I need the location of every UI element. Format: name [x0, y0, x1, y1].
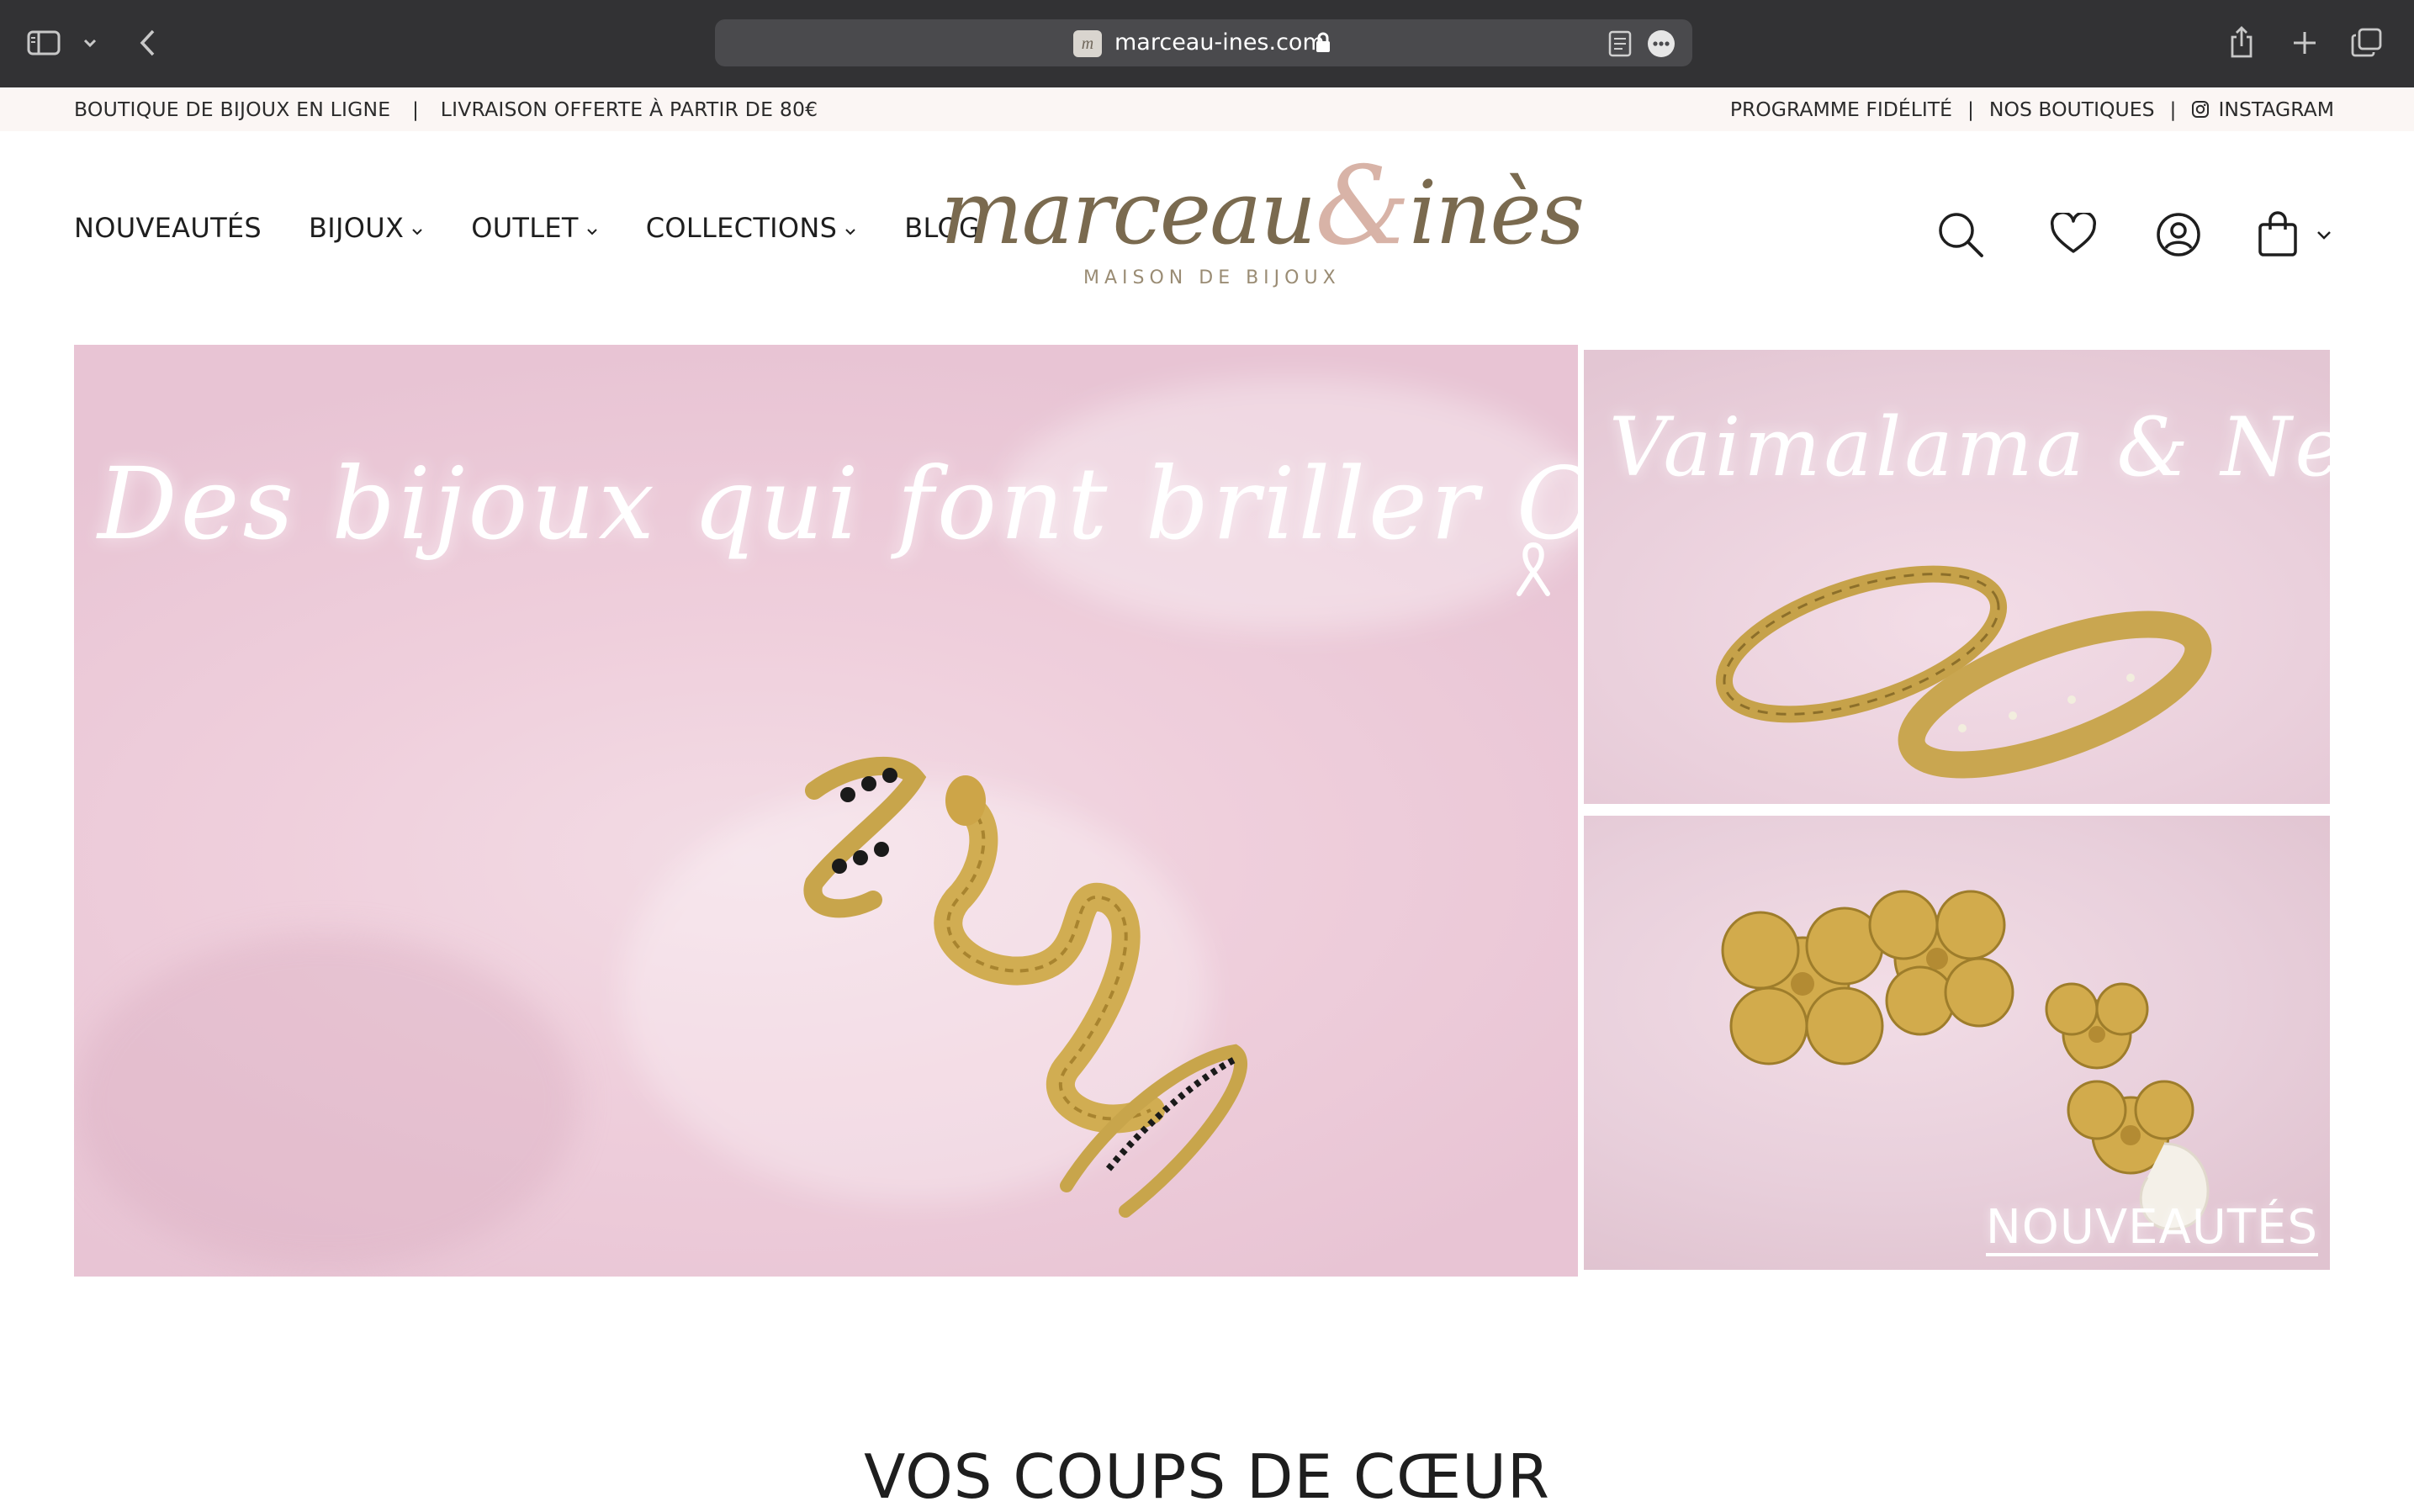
fabric-shadow — [74, 933, 579, 1270]
address-bar[interactable]: m marceau-ines.com — [715, 19, 1692, 66]
logo-part-1: marceau — [940, 161, 1316, 264]
shop-online-text: BOUTIQUE DE BIJOUX EN LIGNE — [74, 98, 391, 121]
gold-rings-image — [803, 756, 1247, 1218]
instagram-link[interactable]: INSTAGRAM — [2218, 87, 2334, 131]
flower-earrings-image — [1721, 890, 2210, 1230]
nav-label: NOUVEAUTÉS — [74, 212, 262, 244]
separator: | — [412, 98, 420, 121]
announcement-links: PROGRAMME FIDÉLITÉ | NOS BOUTIQUES | INS… — [1730, 87, 2334, 131]
logo-wordmark: marceau&inès — [940, 153, 1585, 264]
hero-banner-vaimalama-neyssa[interactable]: Vaimalama & Neyssa — [1584, 350, 2330, 804]
cart-chevron-down-icon[interactable] — [2315, 229, 2333, 242]
account-icon[interactable] — [2155, 211, 2202, 258]
sidebar-toggle-icon[interactable] — [25, 29, 62, 57]
url-text: marceau-ines.com — [1114, 29, 1325, 56]
chevron-down-icon — [410, 212, 424, 244]
separator: | — [1967, 98, 1974, 121]
our-stores-link[interactable]: NOS BOUTIQUES — [1989, 87, 2155, 131]
nav-item-bijoux[interactable]: BIJOUX — [309, 212, 424, 244]
nav-label: BIJOUX — [309, 212, 405, 244]
tab-group-chevron-down-icon[interactable] — [81, 34, 99, 52]
bag-icon[interactable] — [2256, 209, 2300, 259]
nav-item-collections[interactable]: COLLECTIONS — [646, 212, 857, 244]
site-favicon-icon: m — [1073, 30, 1102, 57]
back-icon[interactable] — [135, 27, 160, 59]
tab-overview-icon[interactable] — [2350, 27, 2384, 59]
logo-part-2: inès — [1409, 161, 1585, 264]
announcement-left: BOUTIQUE DE BIJOUX EN LIGNE | LIVRAISON … — [74, 87, 818, 131]
hero-banner-nouveautes[interactable]: NOUVEAUTÉS — [1584, 816, 2330, 1270]
page-options-icon[interactable] — [1647, 29, 1676, 58]
nav-item-outlet[interactable]: OUTLET — [471, 212, 599, 244]
heart-icon[interactable] — [2049, 212, 2098, 256]
chevron-down-icon — [585, 212, 599, 244]
hero-banner-octobre-rose[interactable]: Des bijoux qui font briller Octobre Rose — [74, 345, 1578, 1277]
logo-ampersand: & — [1315, 144, 1411, 269]
share-icon[interactable] — [2227, 24, 2256, 61]
search-icon[interactable] — [1936, 210, 1985, 259]
logo-tagline: MAISON DE BIJOUX — [1083, 267, 1341, 288]
new-tab-icon[interactable] — [2290, 28, 2320, 58]
nouveautes-label: NOUVEAUTÉS — [1985, 1200, 2318, 1256]
main-nav: NOUVEAUTÉS BIJOUX OUTLET COLLECTIONS BLO… — [74, 212, 1027, 244]
favorites-section-title: VOS COUPS DE CŒUR — [864, 1441, 1550, 1512]
pink-ribbon-icon — [1517, 542, 1550, 596]
reader-icon[interactable] — [1608, 30, 1632, 57]
announcement-bar: BOUTIQUE DE BIJOUX EN LIGNE | LIVRAISON … — [0, 87, 2414, 131]
side-banner-title: Vaimalama & Neyssa — [1609, 400, 2330, 494]
browser-toolbar: m marceau-ines.com — [0, 0, 2414, 87]
nav-label: OUTLET — [471, 212, 579, 244]
hero-title: Des bijoux qui font briller Octobre Rose — [98, 446, 1578, 562]
nav-label: COLLECTIONS — [645, 212, 838, 244]
chevron-down-icon — [844, 212, 857, 244]
instagram-icon[interactable] — [2191, 100, 2210, 119]
nav-item-nouveautes[interactable]: NOUVEAUTÉS — [74, 212, 262, 244]
gold-bangles-image — [1715, 565, 2212, 779]
loyalty-program-link[interactable]: PROGRAMME FIDÉLITÉ — [1730, 87, 1952, 131]
lock-icon — [1315, 32, 1331, 54]
separator: | — [2169, 98, 2177, 121]
free-shipping-text: LIVRAISON OFFERTE À PARTIR DE 80€ — [440, 98, 818, 121]
brand-logo[interactable]: marceau&inès MAISON DE BIJOUX — [940, 153, 1585, 299]
